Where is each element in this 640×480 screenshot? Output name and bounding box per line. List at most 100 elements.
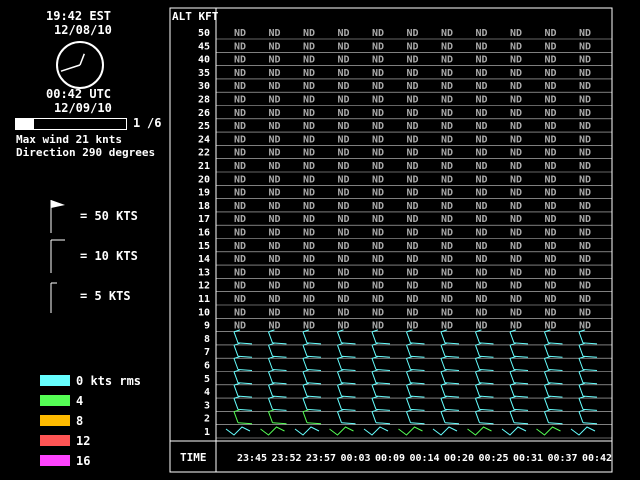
wind-barb — [509, 345, 515, 357]
wind-barb — [509, 398, 515, 410]
wind-barb — [544, 358, 549, 370]
wind-barb — [536, 426, 561, 436]
no-data-cell: ND — [545, 108, 557, 119]
wind-barb — [410, 355, 425, 358]
no-data-cell: ND — [407, 108, 419, 119]
no-data-cell: ND — [338, 41, 350, 52]
no-data-cell: ND — [303, 41, 315, 52]
no-data-cell: ND — [545, 201, 557, 212]
wind-barb — [513, 369, 529, 371]
no-data-cell: ND — [441, 214, 453, 225]
no-data-cell: ND — [372, 95, 384, 106]
wind-barb — [268, 384, 273, 397]
time-label: 00:25 — [478, 453, 508, 464]
no-data-cell: ND — [372, 188, 384, 199]
no-data-cell: ND — [441, 55, 453, 66]
no-data-cell: ND — [372, 241, 384, 252]
no-data-cell: ND — [303, 28, 315, 39]
wind-barb — [410, 369, 425, 371]
wind-barb — [582, 422, 598, 425]
no-data-cell: ND — [269, 254, 281, 265]
wind-barb — [544, 384, 549, 397]
no-data-cell: ND — [372, 201, 384, 212]
no-data-cell: ND — [303, 134, 315, 145]
wind-barb — [501, 426, 527, 436]
no-data-cell: ND — [234, 134, 246, 145]
no-data-cell: ND — [269, 281, 281, 292]
wind-barb — [341, 382, 356, 385]
altitude-label: 24 — [198, 134, 210, 145]
no-data-cell: ND — [338, 214, 350, 225]
no-data-cell: ND — [303, 241, 315, 252]
wind-barb — [513, 422, 529, 425]
no-data-cell: ND — [269, 307, 281, 318]
no-data-cell: ND — [407, 294, 419, 305]
altitude-label: 18 — [198, 201, 210, 212]
wind-barb — [440, 371, 446, 383]
no-data-cell: ND — [476, 121, 488, 132]
no-data-cell: ND — [338, 108, 350, 119]
no-data-cell: ND — [476, 321, 488, 332]
wind-barb — [513, 355, 529, 358]
no-data-cell: ND — [303, 321, 315, 332]
no-data-cell: ND — [441, 294, 453, 305]
no-data-cell: ND — [407, 214, 419, 225]
wind-barb — [544, 411, 549, 423]
wind-barb — [475, 384, 480, 397]
wind-barb — [509, 358, 515, 370]
wind-barb — [578, 384, 584, 397]
wind-barb — [337, 371, 342, 383]
altitude-label: 15 — [198, 241, 210, 252]
no-data-cell: ND — [338, 28, 350, 39]
no-data-cell: ND — [545, 321, 557, 332]
no-data-cell: ND — [510, 228, 522, 239]
no-data-cell: ND — [510, 214, 522, 225]
no-data-cell: ND — [234, 281, 246, 292]
wind-barb — [475, 371, 480, 383]
altitude-label: 13 — [198, 267, 210, 278]
no-data-cell: ND — [338, 294, 350, 305]
no-data-cell: ND — [372, 307, 384, 318]
no-data-cell: ND — [510, 95, 522, 106]
no-data-cell: ND — [407, 95, 419, 106]
no-data-cell: ND — [579, 294, 591, 305]
no-data-cell: ND — [269, 55, 281, 66]
altitude-label: 7 — [204, 347, 210, 358]
no-data-cell: ND — [338, 321, 350, 332]
no-data-cell: ND — [234, 254, 246, 265]
wind-barb — [233, 331, 239, 344]
no-data-cell: ND — [545, 28, 557, 39]
no-data-cell: ND — [303, 68, 315, 79]
no-data-cell: ND — [269, 201, 281, 212]
no-data-cell: ND — [234, 81, 246, 92]
no-data-cell: ND — [234, 321, 246, 332]
no-data-cell: ND — [269, 241, 281, 252]
no-data-cell: ND — [407, 134, 419, 145]
wind-barb — [578, 411, 584, 423]
no-data-cell: ND — [303, 267, 315, 278]
no-data-cell: ND — [579, 134, 591, 145]
no-data-cell: ND — [303, 201, 315, 212]
wind-barb — [479, 355, 494, 358]
no-data-cell: ND — [372, 108, 384, 119]
no-data-cell: ND — [303, 228, 315, 239]
no-data-cell: ND — [476, 228, 488, 239]
no-data-cell: ND — [234, 188, 246, 199]
altitude-label: 2 — [204, 414, 210, 425]
wind-barb — [479, 395, 494, 398]
time-label: 00:14 — [409, 453, 439, 464]
no-data-cell: ND — [269, 28, 281, 39]
wind-barb — [233, 411, 239, 423]
no-data-cell: ND — [476, 68, 488, 79]
time-label: 00:03 — [340, 453, 370, 464]
no-data-cell: ND — [372, 121, 384, 132]
wind-barb — [233, 371, 239, 383]
no-data-cell: ND — [579, 41, 591, 52]
no-data-cell: ND — [338, 281, 350, 292]
no-data-cell: ND — [372, 321, 384, 332]
wind-barb — [410, 342, 425, 345]
no-data-cell: ND — [234, 214, 246, 225]
wind-barb — [371, 398, 377, 410]
wind-barb — [302, 398, 308, 410]
no-data-cell: ND — [372, 68, 384, 79]
